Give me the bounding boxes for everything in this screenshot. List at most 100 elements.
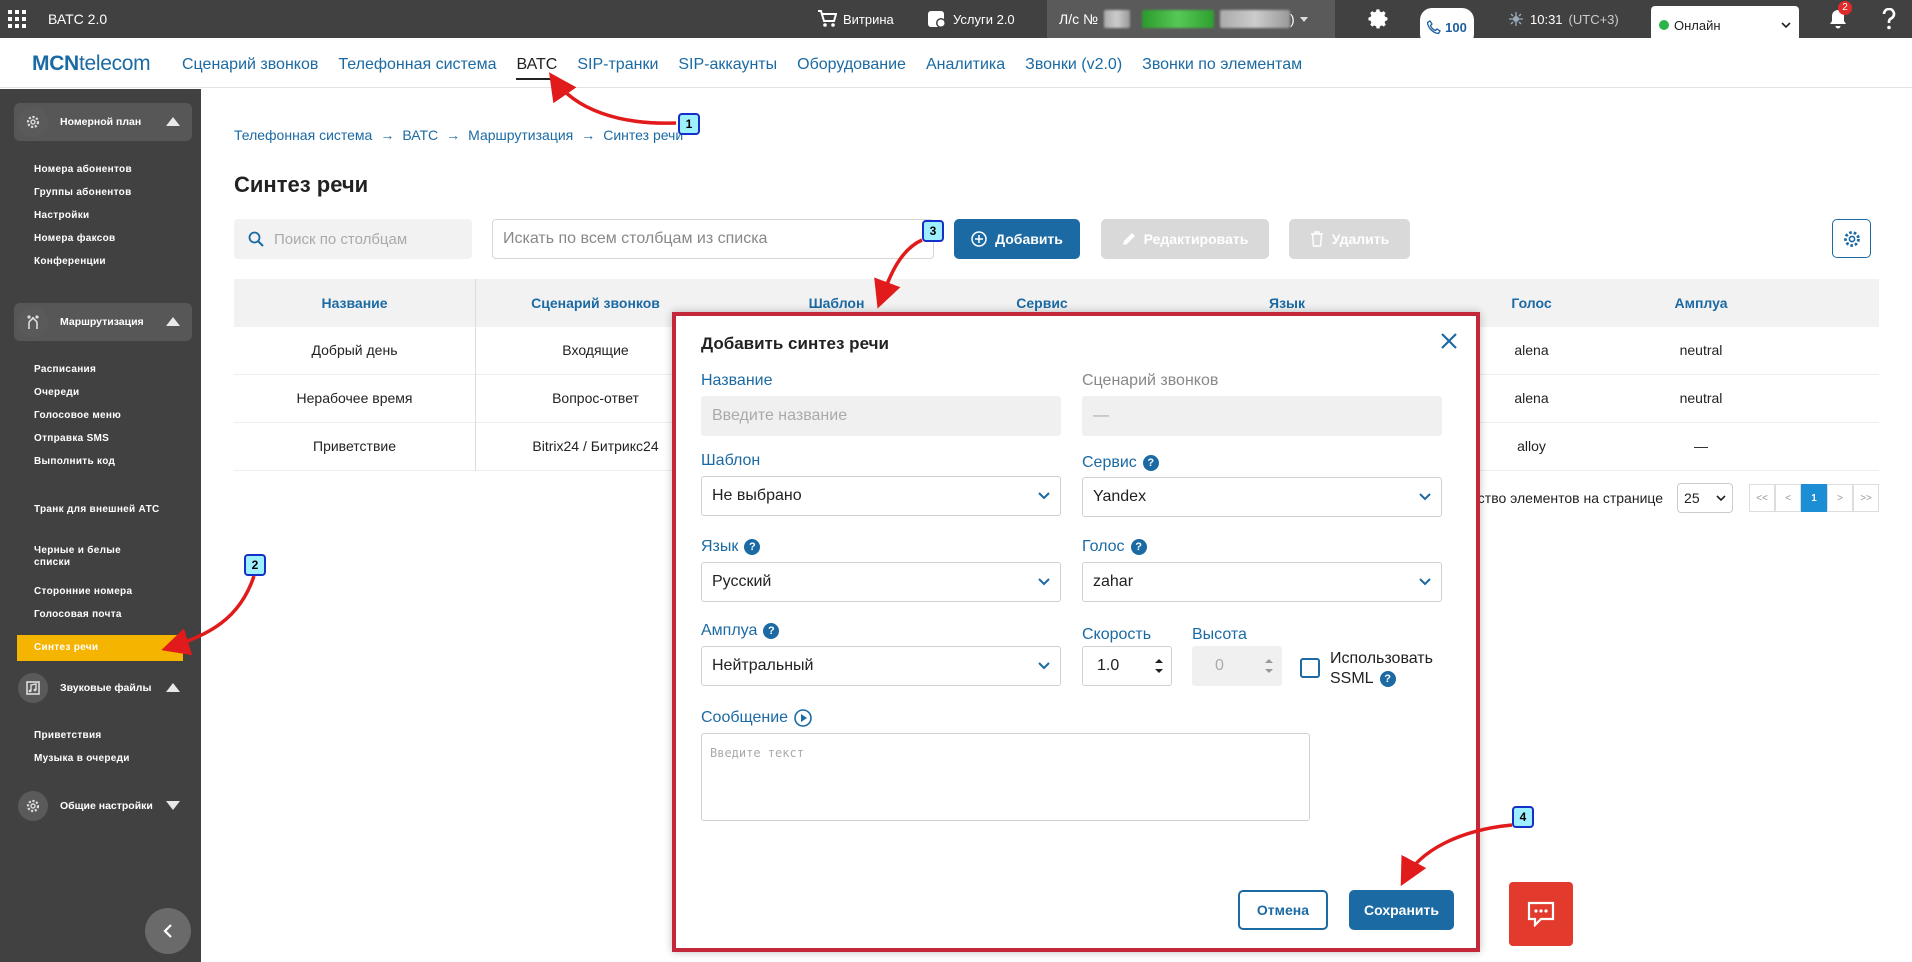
nav-link-phone-system[interactable]: Телефонная система bbox=[338, 56, 496, 80]
sidebar-item-conferences[interactable]: Конференции bbox=[34, 256, 184, 268]
nav-link-analytics[interactable]: Аналитика bbox=[926, 56, 1005, 80]
page-prev-button[interactable]: < bbox=[1775, 484, 1802, 512]
sidebar-item-run-code[interactable]: Выполнить код bbox=[34, 456, 184, 468]
nav-link-call-scenario[interactable]: Сценарий звонков bbox=[182, 56, 318, 80]
voice-select[interactable]: zahar bbox=[1082, 562, 1442, 602]
services-icon bbox=[927, 9, 947, 29]
sidebar-item-speech-synthesis[interactable]: Синтез речи bbox=[17, 635, 183, 661]
settings-gear-icon[interactable] bbox=[1367, 0, 1391, 38]
cart-icon bbox=[817, 10, 837, 28]
sidebar-group-routing[interactable]: Маршрутизация bbox=[14, 303, 192, 341]
table-settings-button[interactable] bbox=[1832, 219, 1871, 258]
notifications-badge: 2 bbox=[1838, 1, 1852, 15]
voice-value: zahar bbox=[1093, 573, 1134, 590]
sidebar-group-sound-files[interactable]: Звуковые файлы bbox=[14, 669, 192, 707]
height-stepper: 0 bbox=[1192, 646, 1282, 686]
nav-link-vats[interactable]: ВАТС bbox=[516, 56, 558, 80]
sidebar-item-queue-music[interactable]: Музыка в очереди bbox=[34, 753, 184, 765]
column-header-name[interactable]: Название bbox=[234, 295, 475, 311]
role-label-text: Амплуа bbox=[701, 622, 758, 639]
sidebar: Номерной план Номера абонентов Группы аб… bbox=[0, 89, 201, 962]
breadcrumb-vats[interactable]: ВАТС bbox=[402, 127, 438, 143]
global-search-input[interactable]: Искать по всем столбцам из списка bbox=[492, 219, 934, 259]
help-icon[interactable] bbox=[1882, 0, 1896, 38]
sidebar-item-schedules[interactable]: Расписания bbox=[34, 364, 184, 376]
sidebar-group-general-settings[interactable]: Общие настройки bbox=[14, 787, 192, 825]
sound-file-icon bbox=[18, 673, 48, 703]
save-button[interactable]: Сохранить bbox=[1349, 890, 1454, 930]
help-hint-icon[interactable]: ? bbox=[1379, 671, 1396, 687]
stepper-arrows-icon[interactable] bbox=[1155, 657, 1163, 675]
column-divider bbox=[475, 279, 476, 471]
column-header-language[interactable]: Язык bbox=[1127, 295, 1447, 311]
column-search-placeholder: Поиск по столбцам bbox=[274, 230, 408, 248]
page-first-button[interactable]: << bbox=[1749, 484, 1776, 512]
services-link[interactable]: Услуги 2.0 bbox=[927, 0, 1015, 38]
sidebar-item-subscriber-groups[interactable]: Группы абонентов bbox=[34, 187, 184, 199]
sidebar-item-greetings[interactable]: Приветствия bbox=[34, 730, 184, 742]
column-header-template[interactable]: Шаблон bbox=[716, 295, 957, 311]
speed-stepper[interactable]: 1.0 bbox=[1082, 646, 1172, 686]
play-circle-icon[interactable] bbox=[794, 709, 812, 727]
pagination: ество элементов на странице 25 << < 1 > … bbox=[1470, 483, 1880, 513]
column-header-voice[interactable]: Голос bbox=[1447, 295, 1616, 311]
sidebar-item-send-sms[interactable]: Отправка SMS bbox=[34, 433, 184, 445]
page-last-button[interactable]: >> bbox=[1853, 484, 1880, 512]
edit-button-label: Редактировать bbox=[1143, 231, 1249, 247]
help-hint-icon[interactable]: ? bbox=[1130, 539, 1147, 555]
nav-link-equipment[interactable]: Оборудование bbox=[797, 56, 906, 80]
sidebar-item-black-white-lists[interactable]: Черные и белые списки bbox=[34, 545, 144, 569]
edit-button[interactable]: Редактировать bbox=[1101, 219, 1269, 259]
account-selector[interactable]: Л/с № ) bbox=[1047, 0, 1335, 38]
breadcrumb-routing[interactable]: Маршрутизация bbox=[468, 127, 573, 143]
role-value: Нейтральный bbox=[712, 657, 814, 674]
template-select[interactable]: Не выбрано bbox=[701, 476, 1061, 516]
nav-link-calls-by-elements[interactable]: Звонки по элементам bbox=[1142, 56, 1302, 80]
mcn-logo[interactable]: MCNtelecom bbox=[32, 52, 151, 76]
chevron-down-icon bbox=[1716, 495, 1726, 501]
account-extra-masked bbox=[1220, 10, 1290, 28]
add-button[interactable]: Добавить bbox=[954, 219, 1080, 259]
collapse-sidebar-button[interactable] bbox=[145, 908, 191, 954]
role-select[interactable]: Нейтральный bbox=[701, 646, 1061, 686]
speed-value: 1.0 bbox=[1097, 657, 1120, 674]
help-hint-icon[interactable]: ? bbox=[763, 623, 780, 639]
name-input[interactable]: Введите название bbox=[701, 396, 1061, 436]
column-search-input[interactable]: Поиск по столбцам bbox=[234, 219, 472, 259]
nav-links: Сценарий звонков Телефонная система ВАТС… bbox=[182, 56, 1322, 80]
delete-button[interactable]: Удалить bbox=[1289, 219, 1410, 259]
help-hint-icon[interactable]: ? bbox=[744, 539, 761, 555]
page-next-button[interactable]: > bbox=[1827, 484, 1854, 512]
breadcrumb-phone-system[interactable]: Телефонная система bbox=[234, 127, 372, 143]
sidebar-item-voice-menu[interactable]: Голосовое меню bbox=[34, 410, 184, 422]
use-ssml-checkbox[interactable] bbox=[1300, 658, 1320, 678]
cancel-button[interactable]: Отмена bbox=[1238, 890, 1328, 930]
close-icon[interactable] bbox=[1440, 332, 1458, 350]
sidebar-item-settings[interactable]: Настройки bbox=[34, 210, 184, 222]
page-current-button[interactable]: 1 bbox=[1801, 484, 1828, 512]
sidebar-group-number-plan[interactable]: Номерной план bbox=[14, 103, 192, 141]
column-header-role[interactable]: Амплуа bbox=[1616, 295, 1786, 311]
sidebar-item-fax-numbers[interactable]: Номера факсов bbox=[34, 233, 184, 245]
nav-link-sip-trunks[interactable]: SIP-транки bbox=[577, 56, 658, 80]
vitrina-link[interactable]: Витрина bbox=[817, 0, 894, 38]
sidebar-item-subscriber-numbers[interactable]: Номера абонентов bbox=[34, 164, 184, 176]
sidebar-item-voicemail[interactable]: Голосовая почта bbox=[34, 609, 184, 621]
cell-name: Приветствие bbox=[313, 438, 396, 454]
chat-button[interactable] bbox=[1509, 882, 1573, 946]
sidebar-item-queues[interactable]: Очереди bbox=[34, 387, 184, 399]
sidebar-item-external-trunk[interactable]: Транк для внешней АТС bbox=[34, 504, 184, 516]
language-select[interactable]: Русский bbox=[701, 562, 1061, 602]
message-textarea[interactable]: Введите текст bbox=[701, 733, 1310, 821]
name-label-text: Название bbox=[701, 372, 773, 389]
apps-grid-icon[interactable] bbox=[8, 0, 28, 38]
nav-link-calls-v2[interactable]: Звонки (v2.0) bbox=[1025, 56, 1122, 80]
help-hint-icon[interactable]: ? bbox=[1142, 455, 1159, 471]
service-select[interactable]: Yandex bbox=[1082, 477, 1442, 517]
sidebar-item-third-party-numbers[interactable]: Сторонние номера bbox=[34, 586, 184, 598]
column-header-service[interactable]: Сервис bbox=[957, 295, 1127, 311]
nav-link-sip-accounts[interactable]: SIP-аккаунты bbox=[678, 56, 777, 80]
per-page-select[interactable]: 25 bbox=[1677, 483, 1734, 513]
search-icon bbox=[248, 231, 264, 247]
column-header-scenario[interactable]: Сценарий звонков bbox=[475, 295, 716, 311]
